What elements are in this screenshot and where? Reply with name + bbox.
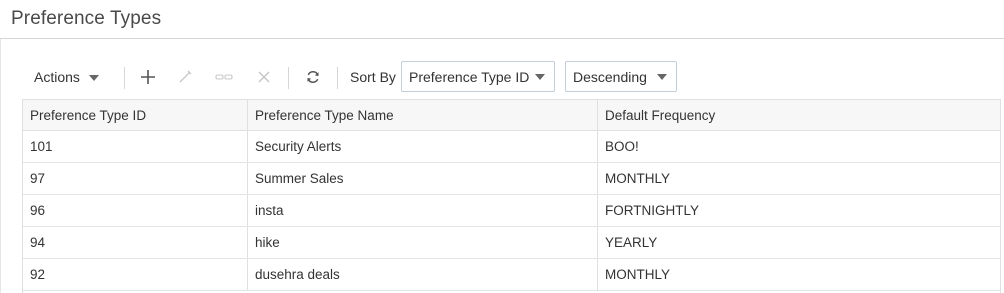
link-icon [215, 74, 233, 80]
sort-order-select[interactable]: Descending [565, 61, 677, 92]
toolbar-divider [337, 67, 338, 89]
delete-icon [258, 71, 270, 83]
cell-name: dusehra deals [248, 259, 598, 290]
table-row[interactable]: 96 insta FORTNIGHTLY [23, 195, 1000, 227]
cell-name: hike [248, 227, 598, 258]
table-row[interactable]: 94 hike YEARLY [23, 227, 1000, 259]
page-header: Preference Types [0, 0, 1004, 39]
edit-button[interactable] [172, 61, 198, 93]
cell-frequency: MONTHLY [605, 171, 671, 186]
table-row[interactable]: 92 dusehra deals MONTHLY [23, 259, 1000, 291]
cell-name: Security Alerts [248, 131, 598, 162]
cell-name: Summer Sales [248, 163, 598, 194]
page-title: Preference Types [11, 8, 162, 29]
toolbar-divider [124, 67, 125, 89]
cell-frequency: BOO! [605, 139, 639, 154]
column-header-frequency[interactable]: Default Frequency [598, 100, 1000, 130]
content-border [0, 39, 1, 293]
cell-frequency: MONTHLY [605, 267, 671, 282]
link-button[interactable] [211, 61, 237, 93]
column-header-id[interactable]: Preference Type ID [23, 100, 248, 130]
cell-name: insta [248, 195, 598, 226]
cell-frequency: FORTNIGHTLY [605, 203, 700, 218]
sort-by-label: Sort By [350, 69, 396, 85]
refresh-icon [307, 71, 319, 83]
delete-button[interactable] [251, 61, 277, 93]
cell-id: 94 [23, 227, 248, 258]
cell-id: 92 [23, 259, 248, 290]
column-header-name[interactable]: Preference Type Name [248, 100, 598, 130]
toolbar-divider [288, 67, 289, 89]
add-button[interactable] [135, 61, 161, 93]
preference-types-table: Preference Type ID Preference Type Name … [22, 99, 1001, 293]
cell-id: 96 [23, 195, 248, 226]
sort-order-value: Descending [573, 68, 647, 85]
cell-id: 97 [23, 163, 248, 194]
table-header-row: Preference Type ID Preference Type Name … [23, 99, 1000, 131]
actions-label: Actions [34, 69, 80, 85]
table-row[interactable]: 97 Summer Sales MONTHLY [23, 163, 1000, 195]
table-row[interactable]: 101 Security Alerts BOO! [23, 131, 1000, 163]
caret-down-icon [88, 74, 99, 81]
cell-frequency: YEARLY [605, 235, 658, 250]
add-icon [141, 70, 155, 84]
actions-menu-button[interactable]: Actions [22, 61, 114, 93]
edit-icon [179, 70, 192, 83]
toolbar: Actions Sort By Preference Type ID Desce… [22, 61, 1002, 93]
refresh-button[interactable] [300, 61, 326, 93]
chevron-down-icon [535, 74, 545, 80]
sort-field-value: Preference Type ID [409, 68, 530, 85]
chevron-down-icon [657, 74, 667, 80]
cell-id: 101 [23, 131, 248, 162]
sort-field-select[interactable]: Preference Type ID [401, 61, 555, 92]
